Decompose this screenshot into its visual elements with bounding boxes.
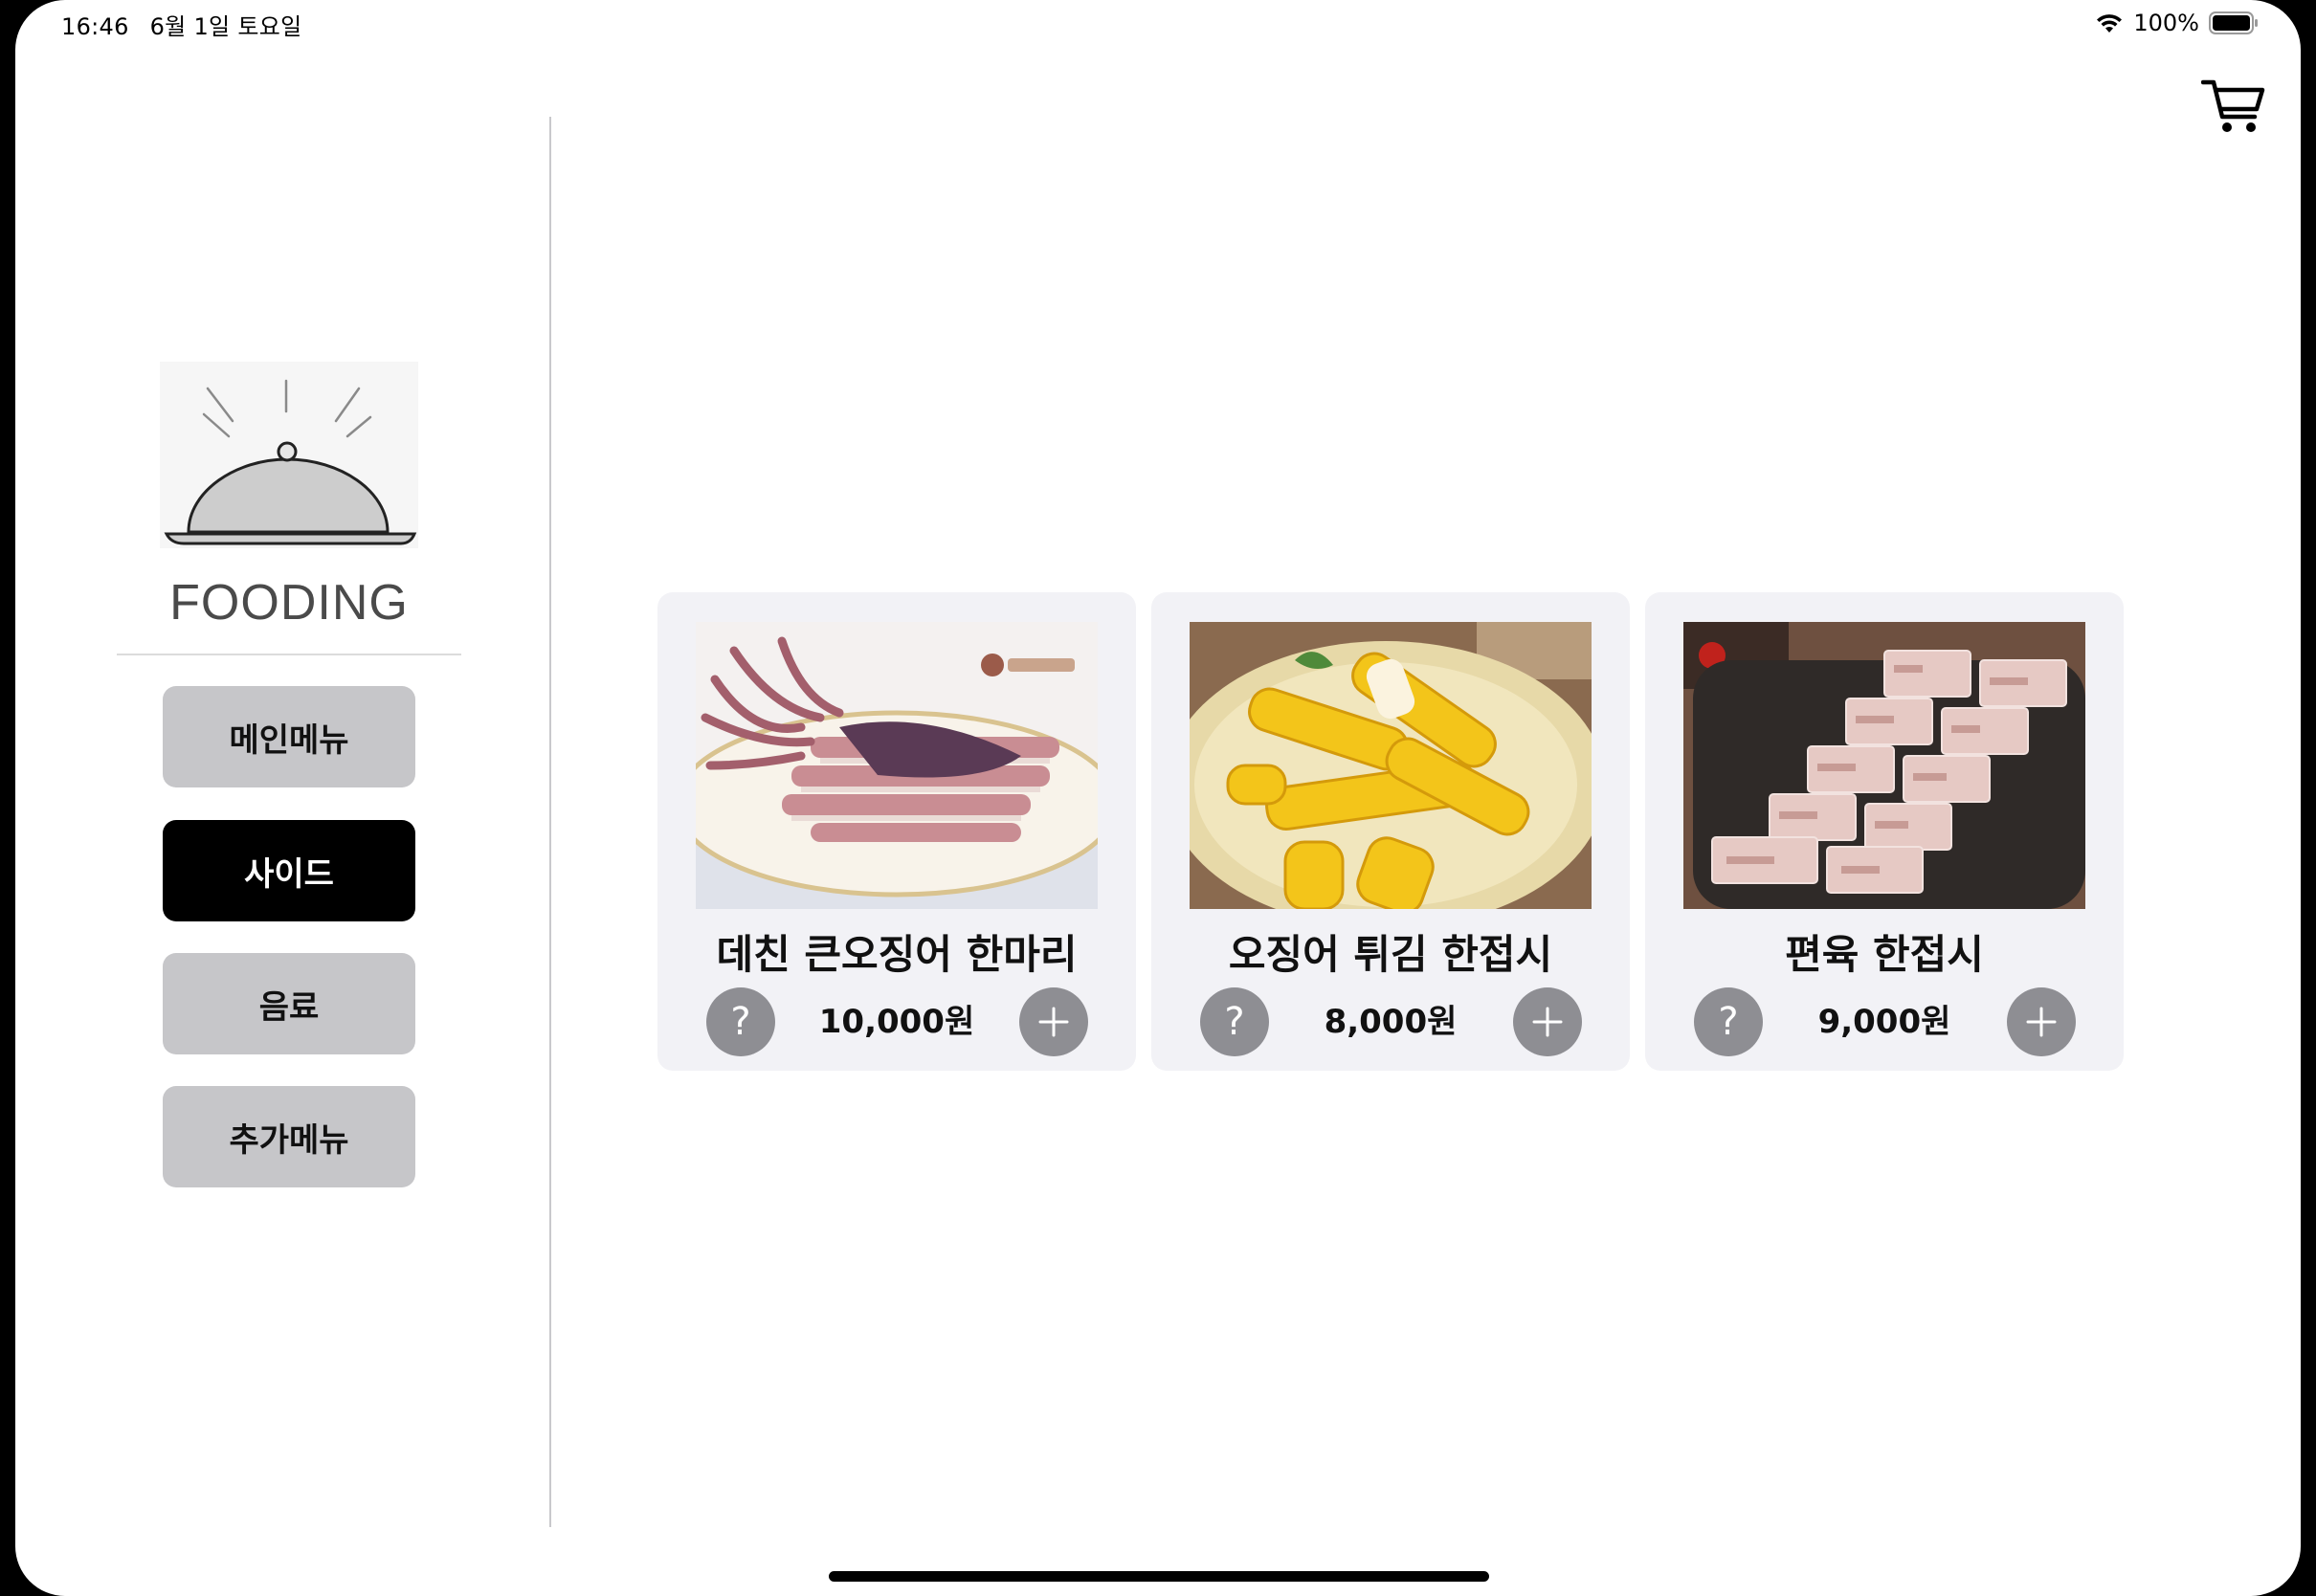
category-side-button[interactable]: 사이드 — [163, 820, 415, 921]
product-card[interactable]: 오징어 튀김 한접시 ? 8,000원 — [1151, 592, 1630, 1071]
battery-icon — [2209, 11, 2258, 34]
product-image — [1683, 622, 2085, 909]
category-label: 추가메뉴 — [229, 1120, 349, 1160]
product-price: 9,000원 — [1817, 1003, 1951, 1041]
status-left: 16:46 6월 1일 토요일 — [61, 8, 316, 41]
brand-logo — [160, 362, 418, 548]
battery-percentage: 100% — [2133, 10, 2199, 36]
product-image — [696, 622, 1098, 909]
product-info-button[interactable]: ? — [1694, 987, 1763, 1056]
blanched-squid-photo — [696, 622, 1098, 909]
device-frame: 16:46 6월 1일 토요일 100% FOODING 메인메뉴 사이드 음료… — [0, 0, 2316, 1596]
plus-icon — [1532, 1007, 1563, 1037]
product-info-button[interactable]: ? — [1200, 987, 1269, 1056]
status-right: 100% — [2095, 8, 2259, 38]
brand-divider — [117, 654, 461, 655]
category-label: 음료 — [258, 987, 320, 1027]
category-label: 사이드 — [244, 854, 334, 894]
product-price: 8,000원 — [1324, 1003, 1458, 1041]
question-mark-icon: ? — [1224, 1000, 1245, 1044]
pressed-pork-photo — [1683, 622, 2085, 909]
question-mark-icon: ? — [730, 1000, 751, 1044]
wifi-icon — [2097, 14, 2123, 33]
product-price: 10,000원 — [818, 1003, 975, 1041]
product-card[interactable]: 편육 한접시 ? 9,000원 — [1645, 592, 2124, 1071]
product-info-button[interactable]: ? — [706, 987, 775, 1056]
cart-icon[interactable] — [2201, 77, 2266, 136]
product-name: 편육 한접시 — [1785, 931, 1984, 978]
category-drinks-button[interactable]: 음료 — [163, 953, 415, 1054]
add-to-cart-button[interactable] — [2007, 987, 2076, 1056]
brand-name: FOODING — [169, 575, 409, 631]
product-image — [1190, 622, 1592, 909]
product-card[interactable]: 데친 큰오징어 한마리 ? 10,000원 — [657, 592, 1136, 1071]
fried-squid-photo — [1190, 622, 1592, 909]
status-time: 16:46 — [61, 13, 129, 40]
question-mark-icon: ? — [1718, 1000, 1739, 1044]
category-label: 메인메뉴 — [229, 720, 349, 760]
cloche-icon — [164, 379, 417, 545]
status-date: 6월 1일 토요일 — [149, 13, 302, 40]
category-main-menu-button[interactable]: 메인메뉴 — [163, 686, 415, 787]
add-to-cart-button[interactable] — [1513, 987, 1582, 1056]
app-screen: 16:46 6월 1일 토요일 100% FOODING 메인메뉴 사이드 음료… — [15, 0, 2301, 1596]
status-bar: 16:46 6월 1일 토요일 100% — [15, 0, 2301, 46]
product-name: 데친 큰오징어 한마리 — [716, 931, 1078, 978]
product-name: 오징어 튀김 한접시 — [1228, 931, 1553, 978]
home-indicator[interactable] — [829, 1571, 1489, 1582]
category-extra-menu-button[interactable]: 추가메뉴 — [163, 1086, 415, 1187]
sidebar-divider — [549, 117, 551, 1527]
plus-icon — [2026, 1007, 2057, 1037]
plus-icon — [1038, 1007, 1069, 1037]
add-to-cart-button[interactable] — [1019, 987, 1088, 1056]
